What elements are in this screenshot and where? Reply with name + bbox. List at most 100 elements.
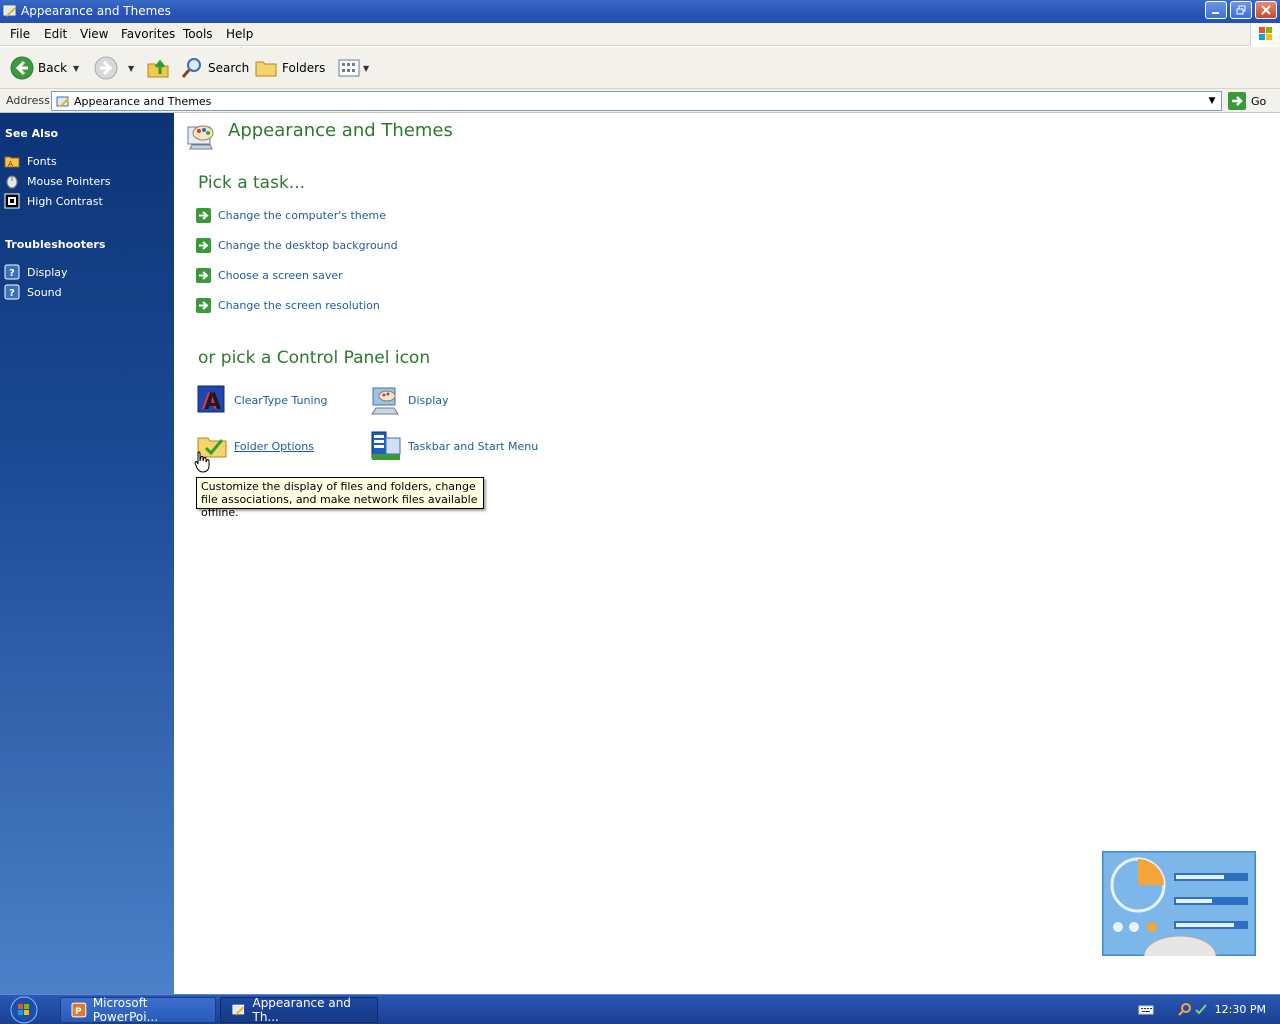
address-input[interactable]: Appearance and Themes ▼: [51, 91, 1222, 111]
address-dropdown-icon[interactable]: ▼: [1205, 94, 1219, 108]
cp-item-taskbar-start-menu[interactable]: Taskbar and Start Menu: [370, 430, 538, 462]
sidebar-item-label: High Contrast: [27, 194, 103, 208]
system-tray: 12:30 PM: [1130, 995, 1280, 1024]
back-history-dropdown[interactable]: ▼: [73, 47, 79, 89]
window-title: Appearance and Themes: [21, 4, 171, 18]
toolbar: Back ▼ ▼ Search Folders ▼: [0, 47, 1280, 89]
chevron-down-icon: ▼: [363, 63, 370, 73]
task-change-background[interactable]: Change the desktop background: [196, 238, 398, 253]
views-button[interactable]: ▼: [337, 47, 369, 89]
minimize-button[interactable]: [1205, 1, 1227, 19]
control-panel-icon: [232, 1004, 245, 1016]
up-folder-icon: [147, 59, 169, 78]
chevron-down-icon: ▼: [128, 63, 135, 73]
menu-favorites[interactable]: Favorites: [121, 27, 175, 41]
sidebar-item-label: Fonts: [27, 154, 57, 168]
close-button[interactable]: [1255, 1, 1277, 19]
close-icon: [1261, 5, 1271, 15]
cp-item-label: Display: [408, 393, 449, 407]
network-tray-icon[interactable]: [1194, 1002, 1208, 1016]
go-label: Go: [1251, 94, 1267, 108]
forward-history-dropdown[interactable]: ▼: [128, 47, 134, 89]
menu-view[interactable]: View: [80, 27, 108, 41]
forward-arrow-icon: [94, 56, 118, 80]
title-bar[interactable]: Appearance and Themes: [0, 0, 1280, 23]
control-panel-watermark-icon: [1102, 851, 1256, 956]
help-icon: ?: [4, 264, 20, 280]
task-label: Change the desktop background: [218, 239, 398, 252]
svg-text:?: ?: [9, 288, 15, 299]
task-arrow-icon: [196, 238, 211, 253]
hand-cursor-icon: [194, 451, 210, 473]
taskbar: P Microsoft PowerPoi... Appearance and T…: [0, 994, 1280, 1024]
task-arrow-icon: [196, 298, 211, 313]
search-icon: [181, 58, 201, 78]
task-change-resolution[interactable]: Change the screen resolution: [196, 298, 380, 313]
cp-item-cleartype-tuning[interactable]: A A ClearType Tuning: [196, 384, 328, 416]
sidebar-item-display[interactable]: ? Display: [4, 264, 68, 280]
troubleshooters-heading: Troubleshooters: [5, 238, 106, 251]
sidebar-item-high-contrast[interactable]: High Contrast: [4, 193, 103, 209]
task-arrow-icon: [196, 208, 211, 223]
minimize-icon: [1212, 12, 1219, 14]
task-label: Choose a screen saver: [218, 269, 343, 282]
menu-edit[interactable]: Edit: [44, 27, 67, 41]
high-contrast-icon: [4, 193, 20, 209]
svg-text:?: ?: [9, 268, 15, 279]
page-title: Appearance and Themes: [228, 120, 453, 141]
cp-item-display[interactable]: Display: [370, 384, 449, 416]
up-folder-button[interactable]: [146, 47, 170, 89]
powerpoint-icon: P: [71, 1002, 87, 1018]
folders-icon: [255, 61, 277, 77]
folders-button[interactable]: Folders: [254, 47, 325, 89]
search-label: Search: [208, 61, 250, 75]
sidebar-item-sound[interactable]: ? Sound: [4, 284, 62, 300]
taskbar-button-appearance[interactable]: Appearance and Th...: [220, 996, 378, 1024]
taskbar-button-label: Appearance and Th...: [252, 996, 351, 1024]
control-panel-icon: [3, 5, 16, 17]
start-button-icon[interactable]: [6, 996, 42, 1024]
display-icon: [371, 387, 399, 415]
task-choose-screen-saver[interactable]: Choose a screen saver: [196, 268, 343, 283]
cp-item-label: Folder Options: [234, 439, 314, 453]
forward-button[interactable]: [94, 47, 118, 89]
search-tray-icon[interactable]: [1178, 1002, 1192, 1016]
menu-help[interactable]: Help: [226, 27, 253, 41]
go-button[interactable]: Go: [1228, 92, 1266, 110]
sidebar-item-label: Sound: [27, 285, 62, 299]
taskbar-icon: [371, 431, 401, 460]
cleartype-icon: A A: [197, 385, 225, 415]
address-bar: Address Appearance and Themes ▼ Go: [0, 89, 1280, 113]
help-icon: ?: [4, 284, 20, 300]
sidebar-item-mouse-pointers[interactable]: Mouse Pointers: [4, 173, 111, 189]
go-arrow-icon: [1228, 92, 1246, 110]
restore-button[interactable]: [1230, 1, 1252, 19]
chevron-down-icon: ▼: [73, 63, 80, 73]
control-panel-icon: [56, 96, 69, 108]
cp-item-folder-options[interactable]: Folder Options: [196, 430, 314, 462]
see-also-heading: See Also: [5, 127, 59, 140]
sidebar-item-label: Display: [27, 265, 68, 279]
task-pane-sidebar: See Also A Fonts Mouse Pointers High Con…: [0, 113, 174, 994]
menu-bar: File Edit View Favorites Tools Help: [0, 23, 1280, 46]
menu-file[interactable]: File: [10, 27, 30, 41]
clock[interactable]: 12:30 PM: [1215, 1003, 1266, 1016]
pick-task-heading: Pick a task...: [198, 173, 306, 193]
menu-tools[interactable]: Tools: [183, 27, 213, 41]
task-label: Change the screen resolution: [218, 299, 380, 312]
svg-text:A: A: [8, 160, 13, 168]
back-arrow-icon: [10, 56, 34, 80]
address-value: Appearance and Themes: [74, 95, 212, 108]
windows-logo: [1250, 23, 1280, 46]
cp-item-label: Taskbar and Start Menu: [408, 439, 539, 453]
task-change-theme[interactable]: Change the computer's theme: [196, 208, 386, 223]
keyboard-icon[interactable]: [1138, 1004, 1154, 1016]
folders-label: Folders: [282, 61, 326, 75]
back-button[interactable]: Back: [10, 47, 67, 89]
restore-icon: [1236, 5, 1246, 15]
sidebar-item-fonts[interactable]: A Fonts: [4, 153, 57, 169]
search-button[interactable]: Search: [180, 47, 249, 89]
mouse-icon: [4, 173, 20, 189]
taskbar-button-powerpoint[interactable]: P Microsoft PowerPoi...: [60, 996, 216, 1024]
fonts-folder-icon: A: [4, 153, 20, 169]
